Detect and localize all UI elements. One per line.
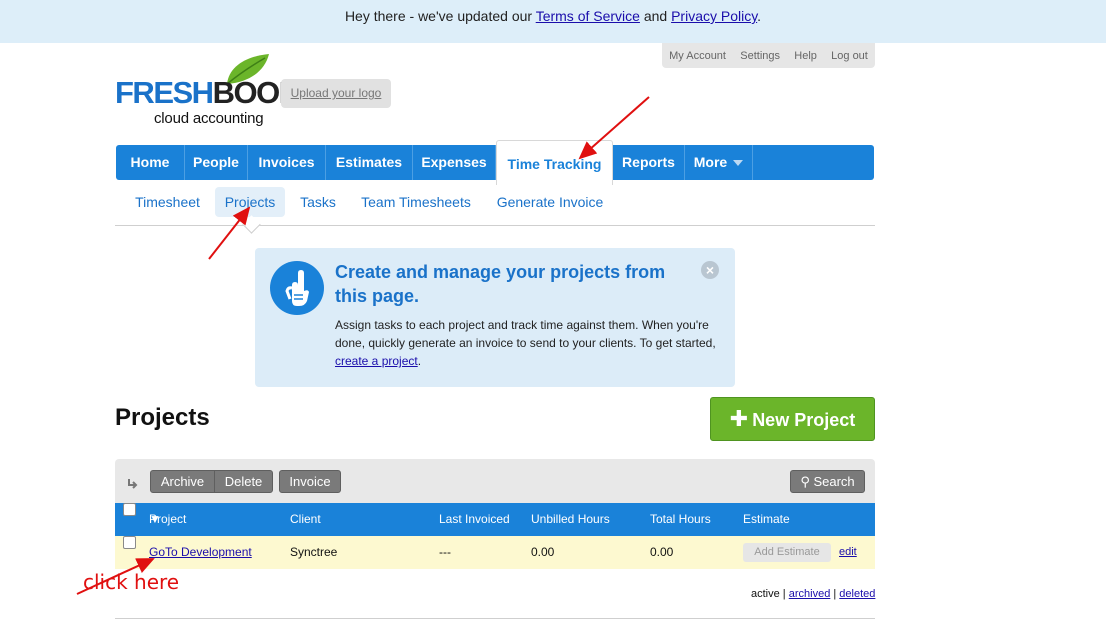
info-box-title: Create and manage your projects from thi… xyxy=(335,262,666,306)
column-unbilled-hours[interactable]: Unbilled Hours xyxy=(531,503,610,536)
account-links-bar: My Account Settings Help Log out xyxy=(662,43,875,68)
my-account-link[interactable]: My Account xyxy=(669,50,726,62)
terms-of-service-link[interactable]: Terms of Service xyxy=(536,8,640,24)
banner-suffix-text: . xyxy=(757,8,762,24)
add-estimate-button[interactable]: Add Estimate xyxy=(743,543,831,562)
row-unbilled-hours: 0.00 xyxy=(531,545,555,559)
search-label: Search xyxy=(813,474,855,489)
nav-home[interactable]: Home xyxy=(116,145,185,180)
chevron-down-icon xyxy=(733,160,744,167)
invoice-button[interactable]: Invoice xyxy=(279,470,341,493)
new-project-label: New Project xyxy=(752,410,856,430)
pointing-hand-icon xyxy=(270,261,324,315)
row-total-hours: 0.00 xyxy=(650,545,674,559)
sub-nav: Timesheet Projects Tasks Team Timesheets… xyxy=(115,186,875,226)
create-project-link[interactable]: create a project xyxy=(335,354,418,368)
divider xyxy=(115,618,875,619)
status-filter: active | archived | deleted xyxy=(751,588,875,600)
search-button[interactable]: ⚲ Search xyxy=(790,470,865,493)
main-nav: Home People Invoices Estimates Expenses … xyxy=(116,140,874,185)
row-client: Synctree xyxy=(290,545,338,559)
bulk-action-arrow-icon xyxy=(127,478,139,495)
column-total-hours[interactable]: Total Hours xyxy=(650,503,711,536)
select-all-checkbox[interactable] xyxy=(123,503,136,516)
sort-down-icon: ▼ xyxy=(149,512,161,526)
nav-invoices[interactable]: Invoices xyxy=(248,145,326,180)
nav-people[interactable]: People xyxy=(185,145,248,180)
click-here-annotation: click here xyxy=(83,570,180,594)
row-checkbox[interactable] xyxy=(123,536,136,549)
info-box-text-end: . xyxy=(417,354,422,368)
subnav-projects[interactable]: Projects xyxy=(215,187,285,217)
page-title: Projects xyxy=(115,404,210,431)
status-deleted-link[interactable]: deleted xyxy=(839,588,875,600)
row-last-invoiced: --- xyxy=(439,545,451,559)
column-estimate[interactable]: Estimate xyxy=(743,503,790,536)
subnav-timesheet[interactable]: Timesheet xyxy=(125,187,210,217)
projects-info-box: Create and manage your projects from thi… xyxy=(255,248,735,387)
info-box-text: Assign tasks to each project and track t… xyxy=(335,318,716,350)
nav-more[interactable]: More xyxy=(685,145,753,180)
help-link[interactable]: Help xyxy=(794,50,817,62)
edit-link[interactable]: edit xyxy=(839,536,857,569)
nav-estimates[interactable]: Estimates xyxy=(326,145,413,180)
status-archived-link[interactable]: archived xyxy=(789,588,831,600)
logo-tagline: cloud accounting xyxy=(154,110,264,127)
plus-icon: ✚ xyxy=(729,406,749,431)
close-icon[interactable]: × xyxy=(701,261,719,279)
subnav-team-timesheets[interactable]: Team Timesheets xyxy=(353,187,479,217)
subnav-tasks[interactable]: Tasks xyxy=(293,187,343,217)
projects-toolbar: Archive Delete Invoice ⚲ Search xyxy=(115,459,875,503)
subnav-generate-invoice[interactable]: Generate Invoice xyxy=(487,187,613,217)
upload-logo-button[interactable]: Upload your logo xyxy=(281,79,391,108)
project-name-link[interactable]: GoTo Development xyxy=(149,536,252,569)
status-separator: | xyxy=(830,588,840,600)
delete-button[interactable]: Delete xyxy=(214,470,273,493)
nav-time-tracking[interactable]: Time Tracking xyxy=(496,140,613,185)
search-icon: ⚲ xyxy=(800,474,810,489)
nav-more-label: More xyxy=(693,154,728,170)
table-row: GoTo Development Synctree --- 0.00 0.00 … xyxy=(115,536,875,569)
projects-table-header: Project Name ▼ Client Last Invoiced Unbi… xyxy=(115,503,875,559)
logout-link[interactable]: Log out xyxy=(831,50,868,62)
archive-button[interactable]: Archive xyxy=(150,470,215,493)
nav-reports[interactable]: Reports xyxy=(613,145,685,180)
info-box-body: Assign tasks to each project and track t… xyxy=(335,316,725,370)
privacy-policy-link[interactable]: Privacy Policy xyxy=(671,8,757,24)
banner-prefix-text: Hey there - we've updated our xyxy=(344,8,536,24)
column-last-invoiced[interactable]: Last Invoiced xyxy=(439,503,510,536)
status-active: active xyxy=(751,588,780,600)
new-project-button[interactable]: ✚ New Project xyxy=(710,397,875,441)
terms-update-banner: Hey there - we've updated our Terms of S… xyxy=(0,0,1106,43)
logo-fresh-text: FRESH xyxy=(115,75,214,110)
nav-expenses[interactable]: Expenses xyxy=(413,145,496,180)
banner-middle-text: and xyxy=(639,8,672,24)
settings-link[interactable]: Settings xyxy=(740,50,780,62)
freshbooks-logo[interactable]: FRESHBOOKS cloud accounting xyxy=(115,52,320,132)
column-client[interactable]: Client xyxy=(290,503,321,536)
status-separator: | xyxy=(779,588,789,600)
